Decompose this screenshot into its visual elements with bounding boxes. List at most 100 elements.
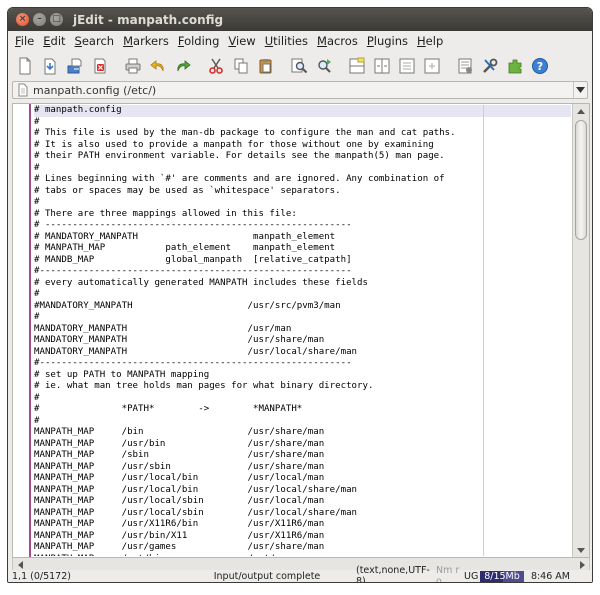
- code-line: MANPATH_MAP /sbin /usr/share/man: [34, 450, 325, 460]
- menu-markers-mnemonic: M: [123, 34, 134, 48]
- plugin-manager-button[interactable]: [504, 55, 526, 77]
- code-line: MANPATH_MAP /usr/local/sbin /usr/local/s…: [34, 507, 358, 518]
- code-line: # MANDATORY_MANPATH manpath_element: [34, 231, 336, 242]
- split-vertical-button[interactable]: [371, 55, 393, 77]
- code-line: #: [34, 415, 40, 426]
- code-line: MANDATORY_MANPATH /usr/local/share/man: [34, 346, 358, 357]
- split-horizontal-button[interactable]: [346, 55, 368, 77]
- close-file-button[interactable]: [89, 55, 111, 77]
- code-line: # Lines beginning with `#' are comments …: [34, 174, 445, 184]
- vertical-scroll-thumb[interactable]: [575, 120, 587, 240]
- code-line: # --------------------------------------…: [34, 220, 352, 230]
- menu-help[interactable]: Help: [413, 34, 448, 48]
- unsplit-button[interactable]: [396, 55, 418, 77]
- close-window-button[interactable]: ×: [16, 13, 29, 26]
- buffer-dropdown-button[interactable]: [573, 82, 587, 98]
- scroll-down-button[interactable]: [573, 543, 589, 557]
- find-icon: [291, 58, 308, 73]
- menu-search[interactable]: Search: [71, 34, 120, 48]
- redo-icon: [177, 59, 191, 71]
- menu-macros[interactable]: Macros: [313, 34, 363, 48]
- unsplit-current-button[interactable]: [421, 55, 443, 77]
- encoding-flags[interactable]: UG: [464, 571, 480, 582]
- unsplit-icon: [399, 58, 415, 73]
- copy-button[interactable]: [230, 55, 252, 77]
- plugin-manager-icon: [508, 59, 522, 73]
- menu-markers[interactable]: Markers: [119, 34, 174, 48]
- menu-file[interactable]: File: [11, 34, 39, 48]
- buffer-switcher[interactable]: manpath.config (/etc/): [12, 81, 588, 99]
- status-message: Input/output complete: [213, 570, 321, 582]
- paste-icon: [259, 58, 272, 73]
- code-line: MANPATH_MAP /usr/games /usr/share/man: [34, 542, 325, 552]
- maximize-icon: □: [52, 14, 61, 24]
- buffer-switcher-label: manpath.config (/etc/): [33, 83, 157, 97]
- menu-utilities-label: tilities: [273, 34, 308, 48]
- wrap-guide: [483, 105, 484, 556]
- cut-button[interactable]: [205, 55, 227, 77]
- minimize-window-button[interactable]: –: [33, 13, 46, 26]
- new-file-button[interactable]: [14, 55, 36, 77]
- clock: 8:46 AM: [530, 570, 570, 582]
- close-icon: ×: [18, 14, 27, 24]
- save-button[interactable]: [64, 55, 86, 77]
- code-line: #: [34, 197, 40, 207]
- code-line: # manpath.config: [34, 105, 571, 117]
- jedit-window: × – □ jEdit - manpath.config File Edit S…: [7, 7, 593, 583]
- split-horizontal-icon: [349, 57, 365, 73]
- code-line: MANPATH_MAP /opt/bin /opt/man: [34, 554, 571, 557]
- code-line: #: [34, 116, 40, 127]
- caret-position[interactable]: 1,1 (0/5172): [8, 571, 178, 582]
- menu-utilities-mnemonic: U: [264, 34, 274, 48]
- buffer-flags[interactable]: Nm r o: [436, 565, 464, 582]
- chevron-down-icon: [576, 87, 585, 93]
- global-options-button[interactable]: [479, 55, 501, 77]
- code-line: # every automatically generated MANPATH …: [34, 277, 368, 288]
- global-options-icon: [483, 58, 498, 73]
- menu-macros-mnemonic: M: [317, 34, 327, 48]
- find-button[interactable]: [288, 55, 310, 77]
- menu-plugins[interactable]: Plugins: [363, 34, 413, 48]
- open-file-button[interactable]: [39, 55, 61, 77]
- code-line: # set up PATH to MANPATH mapping: [34, 369, 210, 380]
- menu-bar: File Edit Search Markers Folding View Ut…: [8, 31, 592, 51]
- code-line: # There are three mappings allowed in th…: [34, 208, 297, 219]
- chevron-left-icon: [17, 561, 23, 569]
- menu-view[interactable]: View: [224, 34, 260, 48]
- code-line: # MANDB_MAP global_manpath [relative_cat…: [34, 254, 352, 265]
- code-line: #MANDATORY_MANPATH /usr/src/pvm3/man: [34, 300, 341, 311]
- unsplit-current-icon: [424, 58, 440, 73]
- menu-folding[interactable]: Folding: [174, 34, 225, 48]
- memory-label: 8/15Mb: [484, 570, 520, 582]
- toolbar: ?: [8, 51, 592, 80]
- maximize-window-button[interactable]: □: [50, 13, 63, 26]
- gutter[interactable]: [13, 104, 31, 557]
- save-icon: [67, 58, 82, 73]
- code-line: #: [34, 162, 40, 173]
- file-icon: [18, 83, 28, 97]
- redo-button[interactable]: [172, 55, 194, 77]
- memory-status[interactable]: 8/15Mb: [480, 570, 524, 582]
- help-button[interactable]: ?: [529, 55, 551, 77]
- scroll-up-button[interactable]: [573, 104, 589, 118]
- code-line: MANPATH_MAP /usr/local/bin /usr/local/ma…: [34, 473, 325, 483]
- copy-icon: [234, 58, 248, 73]
- vertical-scrollbar[interactable]: [572, 104, 589, 557]
- open-file-icon: [44, 58, 56, 74]
- menu-file-label: ile: [20, 34, 35, 48]
- gutter-border: [29, 104, 31, 557]
- buffer-options-button[interactable]: [454, 55, 476, 77]
- minimize-icon: –: [37, 14, 42, 24]
- code-line: # MANPATH_MAP path_element manpath_eleme…: [34, 243, 336, 253]
- menu-utilities[interactable]: Utilities: [261, 34, 313, 48]
- undo-button[interactable]: [147, 55, 169, 77]
- paste-button[interactable]: [255, 55, 277, 77]
- code-line: #: [34, 392, 40, 403]
- text-area[interactable]: # manpath.config # # This file is used by …: [34, 105, 571, 556]
- menu-plugins-label: lugins: [373, 34, 409, 48]
- print-button[interactable]: [122, 55, 144, 77]
- buffer-mode[interactable]: (text,none,UTF-8): [356, 565, 436, 582]
- menu-edit[interactable]: Edit: [39, 34, 70, 48]
- find-next-button[interactable]: [313, 55, 335, 77]
- cut-icon: [209, 58, 223, 74]
